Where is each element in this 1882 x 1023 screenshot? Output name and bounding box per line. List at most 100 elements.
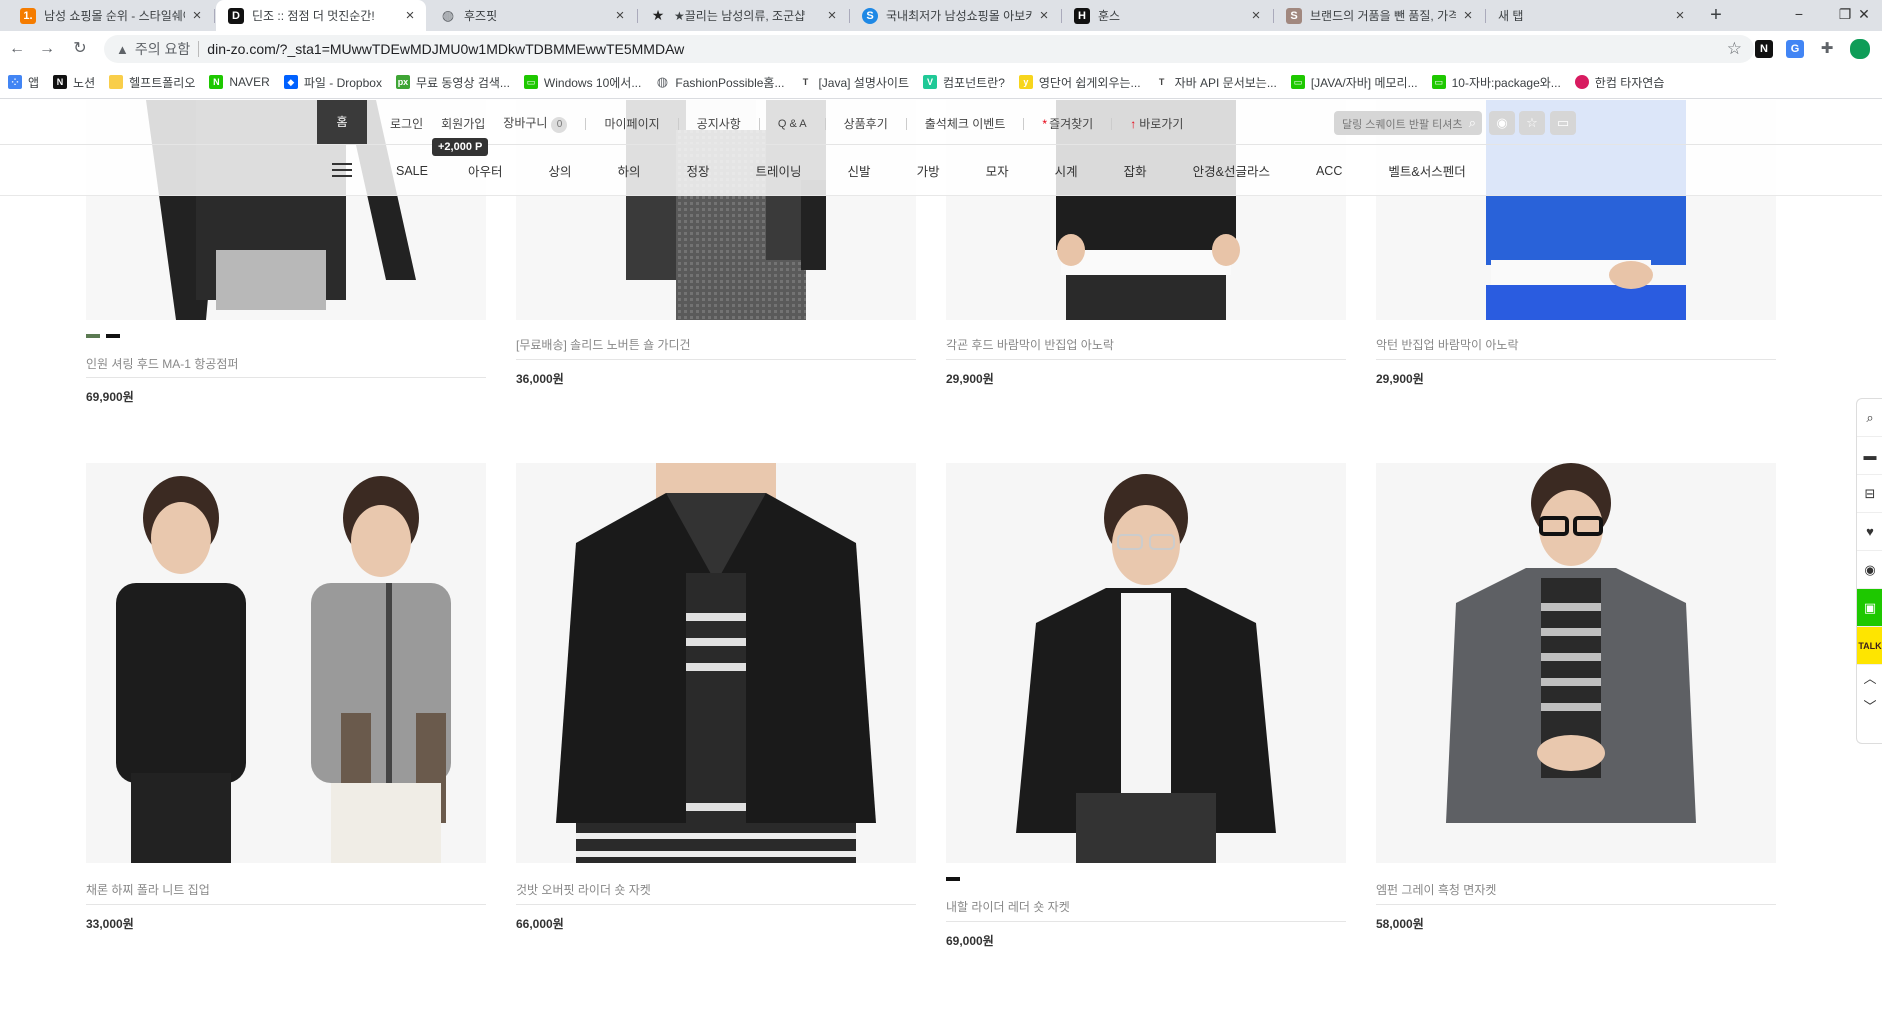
product-name[interactable]: 악턴 반집업 바람막이 아노락 <box>1376 336 1776 353</box>
menu-item[interactable]: 안경&선글라스 <box>1193 161 1270 180</box>
bookmark-item[interactable]: T 자바 API 문서보는... <box>1154 74 1277 91</box>
product-name[interactable]: 것밧 오버핏 라이더 숏 자켓 <box>516 881 916 898</box>
menu-item[interactable]: 신발 <box>848 161 871 180</box>
mypage-link[interactable]: 마이페이지 <box>604 115 659 132</box>
notice-link[interactable]: 공지사항 <box>697 115 741 132</box>
menu-item[interactable]: 상의 <box>548 161 571 180</box>
product-card[interactable]: 엠펀 그레이 흑청 면자켓 58,000원 <box>1376 463 1776 933</box>
product-name[interactable]: 각굔 후드 바람막이 반집업 아노락 <box>946 336 1346 353</box>
close-icon[interactable]: × <box>189 7 205 24</box>
puzzle-extension-icon[interactable]: ✚ <box>1818 40 1836 58</box>
cart-link[interactable]: 장바구니 0 <box>503 114 568 133</box>
heart-icon[interactable]: ♥ <box>1857 513 1882 551</box>
truck-icon[interactable]: ▬ <box>1857 437 1882 475</box>
shortcut-link[interactable]: ↑ 바로가기 <box>1130 115 1183 132</box>
arrow-up-icon[interactable]: ︿ <box>1857 665 1882 693</box>
star-icon[interactable]: ☆ <box>1519 111 1545 135</box>
bookmark-item[interactable]: 한컴 타자연습 <box>1574 74 1664 91</box>
menu-item[interactable]: 하의 <box>618 161 641 180</box>
product-image[interactable] <box>946 463 1346 863</box>
browser-tab[interactable]: 새 탭 × <box>1486 0 1696 31</box>
close-icon[interactable]: × <box>1672 7 1688 24</box>
menu-item[interactable]: ACC <box>1316 164 1342 178</box>
menu-item[interactable]: 벨트&서스펜더 <box>1388 161 1465 180</box>
close-window-button[interactable]: ✕ <box>1846 0 1882 31</box>
product-name[interactable]: 인원 셔링 후드 MA-1 항공점퍼 <box>86 355 486 372</box>
bookmark-item[interactable]: ▭ 10-자바:package와... <box>1431 74 1561 91</box>
kakao-talk-icon[interactable]: TALK <box>1857 627 1882 665</box>
qna-link[interactable]: Q & A <box>778 118 807 130</box>
product-name[interactable]: 내할 라이더 레더 숏 자켓 <box>946 898 1346 915</box>
cart-icon[interactable]: ⊟ <box>1857 475 1882 513</box>
close-icon[interactable]: × <box>402 7 418 24</box>
menu-item[interactable]: 잡화 <box>1124 161 1147 180</box>
product-card[interactable]: 것밧 오버핏 라이더 숏 자켓 66,000원 <box>516 463 916 933</box>
product-name[interactable]: 엠펀 그레이 흑청 면자켓 <box>1376 881 1776 898</box>
browser-tab[interactable]: ◍ 후즈핏 × <box>428 0 636 31</box>
menu-item[interactable]: 정장 <box>687 161 710 180</box>
bookmark-item[interactable]: ◆ 파일 - Dropbox <box>283 74 382 91</box>
product-card[interactable]: 내할 라이더 레더 숏 자켓 69,000원 <box>946 463 1346 953</box>
color-swatch[interactable] <box>86 334 100 338</box>
login-link[interactable]: 로그인 <box>390 115 423 132</box>
search-icon[interactable]: ⌕ <box>1469 115 1476 131</box>
naver-talk-icon[interactable]: ▣ <box>1857 589 1882 627</box>
join-link[interactable]: 회원가입 <box>441 115 485 132</box>
profile-avatar[interactable] <box>1850 39 1870 59</box>
address-bar[interactable]: ▲ 주의 요함 din-zo.com/?_sta1=MUwwTDEwMDJMU0… <box>104 35 1754 63</box>
product-image[interactable] <box>516 463 916 863</box>
product-name[interactable]: [무료배송] 솔리드 노버튼 숄 가디건 <box>516 336 916 353</box>
eye-icon[interactable]: ◉ <box>1489 111 1515 135</box>
bookmark-item[interactable]: V 컴포넌트란? <box>923 74 1005 91</box>
close-icon[interactable]: × <box>824 7 840 24</box>
home-button[interactable]: 홈 <box>317 100 367 144</box>
search-icon[interactable]: ⌕ <box>1857 399 1882 437</box>
hamburger-menu-icon[interactable] <box>332 162 352 178</box>
menu-item[interactable]: SALE <box>396 164 428 178</box>
color-swatch[interactable] <box>946 877 960 881</box>
product-image[interactable] <box>1376 463 1776 863</box>
bookmark-item[interactable]: N NAVER <box>209 75 270 89</box>
color-swatch[interactable] <box>106 334 120 338</box>
close-icon[interactable]: × <box>612 7 628 24</box>
bookmark-item[interactable]: px 무료 동영상 검색... <box>395 74 510 91</box>
bookmark-star-icon[interactable]: ☆ <box>1727 39 1742 59</box>
bookmark-item[interactable]: 헬프트폴리오 <box>109 74 195 91</box>
bookmark-item[interactable]: ▭ Windows 10에서... <box>523 74 641 91</box>
bookmark-item[interactable]: N 노션 <box>53 74 95 91</box>
product-image[interactable] <box>86 463 486 863</box>
review-link[interactable]: 상품후기 <box>844 115 888 132</box>
bookmark-apps[interactable]: ⁘ 앱 <box>8 74 39 91</box>
monitor-icon[interactable]: ▭ <box>1550 111 1576 135</box>
security-warning[interactable]: 주의 요함 <box>135 39 190 59</box>
url-text[interactable]: din-zo.com/?_sta1=MUwwTDEwMDJMU0w1MDkwTD… <box>207 41 684 57</box>
close-icon[interactable]: × <box>1036 7 1052 24</box>
bookmark-item[interactable]: y 영단어 쉽게외우는... <box>1018 74 1141 91</box>
attendance-event-link[interactable]: 출석체크 이벤트 <box>925 115 1006 132</box>
eye-icon[interactable]: ◉ <box>1857 551 1882 589</box>
favorite-link[interactable]: * 즐겨찾기 <box>1042 115 1093 132</box>
bookmark-item[interactable]: ▭ [JAVA/자바] 메모리... <box>1290 74 1418 91</box>
close-icon[interactable]: × <box>1248 7 1264 24</box>
search-input[interactable]: 달링 스퀘이트 반팔 티셔츠 ⌕ <box>1334 111 1482 135</box>
browser-tab[interactable]: ★ ★끌리는 남성의류, 조군샵 × <box>638 0 848 31</box>
arrow-down-icon[interactable]: ﹀ <box>1857 693 1882 721</box>
menu-item[interactable]: 모자 <box>986 161 1009 180</box>
menu-item[interactable]: 가방 <box>917 161 940 180</box>
browser-tab[interactable]: S 국내최저가 남성쇼핑몰 아보키 × <box>850 0 1060 31</box>
menu-item[interactable]: 트레이닝 <box>756 161 802 180</box>
browser-tab[interactable]: S 브랜드의 거품을 뺀 품질, 가격 × <box>1274 0 1484 31</box>
menu-item[interactable]: 아우터 <box>468 161 503 180</box>
menu-item[interactable]: 시계 <box>1055 161 1078 180</box>
forward-icon[interactable]: → <box>36 38 58 60</box>
browser-tab[interactable]: 1. 남성 쇼핑몰 순위 - 스타일쉐어 × <box>8 0 213 31</box>
minimize-button[interactable]: − <box>1776 0 1822 31</box>
notion-extension-icon[interactable]: N <box>1755 40 1773 58</box>
back-icon[interactable]: ← <box>6 38 28 60</box>
reload-icon[interactable]: ↻ <box>69 38 91 60</box>
browser-tab-active[interactable]: D 딘조 :: 점점 더 멋진순간! × <box>216 0 426 31</box>
translate-extension-icon[interactable]: G <box>1786 40 1804 58</box>
product-name[interactable]: 채론 하찌 폴라 니트 집업 <box>86 881 486 898</box>
bookmark-item[interactable]: T [Java] 설명사이트 <box>798 74 909 91</box>
new-tab-button[interactable]: + <box>1704 4 1728 28</box>
